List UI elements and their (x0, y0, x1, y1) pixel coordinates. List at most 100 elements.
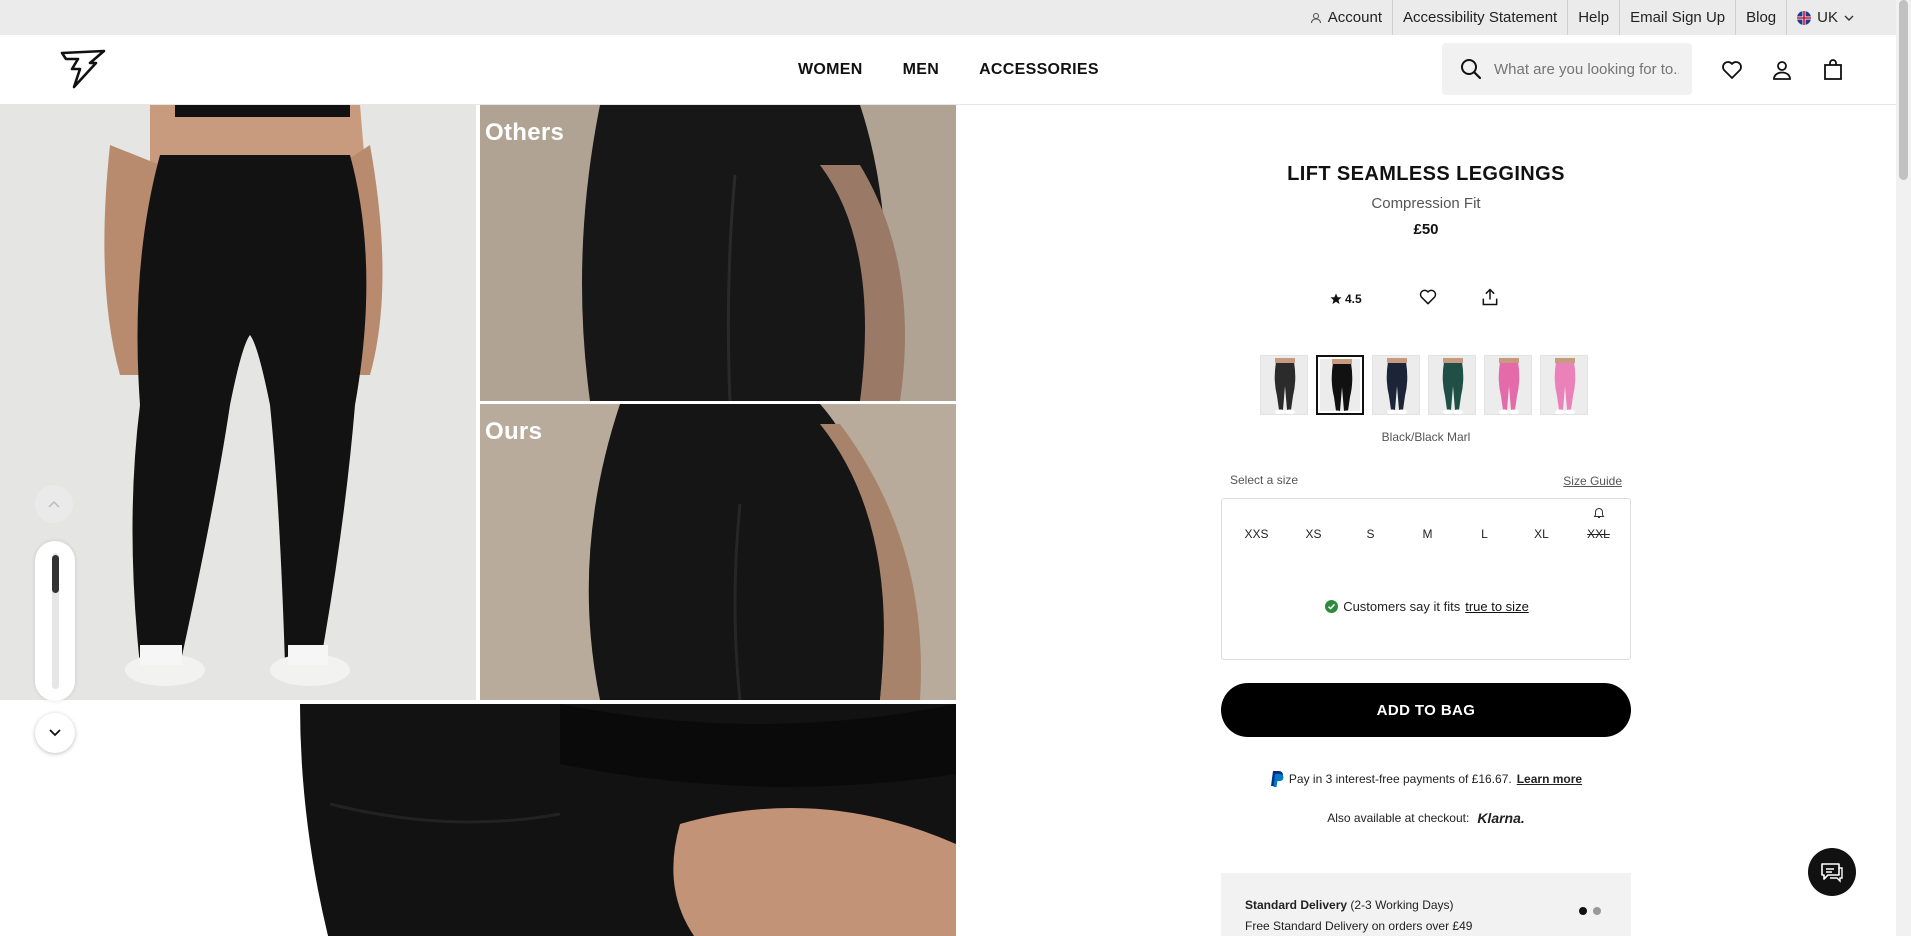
utility-links: Account Accessibility Statement Help Ema… (1300, 0, 1864, 35)
product-fit: Compression Fit (1371, 195, 1481, 212)
comparison-image-others[interactable]: Others (480, 105, 956, 401)
accessibility-label: Accessibility Statement (1402, 9, 1558, 26)
swatch-leggings-illustration (1274, 358, 1296, 414)
fit-note-prefix: Customers say it fits (1343, 599, 1461, 614)
wishlist-heart-icon[interactable] (1720, 58, 1744, 82)
paypal-icon (1270, 771, 1284, 787)
nav-accessories[interactable]: ACCESSORIES (979, 61, 1099, 79)
fit-note-link[interactable]: true to size (1465, 599, 1529, 614)
color-swatch[interactable] (1316, 355, 1364, 415)
main-nav: WOMEN MEN ACCESSORIES (798, 35, 1139, 105)
star-icon (1330, 293, 1342, 304)
paypal-learn-more-link[interactable]: Learn more (1517, 772, 1582, 786)
accessibility-link[interactable]: Accessibility Statement (1393, 0, 1569, 35)
delivery-info-card: Standard Delivery (2-3 Working Days) Fre… (1221, 873, 1631, 936)
rating-value: 4.5 (1345, 292, 1362, 306)
search-input[interactable] (1494, 60, 1679, 78)
delivery-carousel-dots (1579, 907, 1601, 915)
color-swatches (1260, 355, 1588, 415)
carousel-dot[interactable] (1593, 907, 1601, 915)
size-option-l[interactable]: L (1456, 527, 1513, 541)
select-size-label: Select a size (1230, 473, 1299, 487)
chat-support-button[interactable] (1808, 848, 1856, 896)
size-option-xxs[interactable]: XXS (1228, 527, 1285, 541)
size-guide-link[interactable]: Size Guide (1563, 474, 1622, 488)
klarna-text: Also available at checkout: (1327, 811, 1470, 825)
others-label: Others (485, 119, 565, 146)
color-swatch[interactable] (1372, 355, 1420, 415)
gallery-scroll-up-button[interactable] (35, 485, 73, 523)
check-circle-icon (1325, 600, 1339, 613)
gallery-scroller (35, 485, 75, 755)
region-selector[interactable]: UK (1787, 0, 1864, 35)
share-icon[interactable] (1480, 287, 1500, 307)
nav-women[interactable]: WOMEN (798, 61, 863, 79)
swatch-leggings-illustration (1442, 358, 1464, 414)
email-signup-label: Email Sign Up (1630, 9, 1726, 26)
gallery-scroll-track[interactable] (35, 541, 75, 701)
account-link[interactable]: Account (1300, 0, 1393, 35)
ours-label: Ours (485, 418, 543, 445)
nav-men[interactable]: MEN (903, 61, 939, 79)
klarna-logo: Klarna. (1477, 810, 1525, 826)
blog-link[interactable]: Blog (1736, 0, 1788, 35)
help-link[interactable]: Help (1568, 0, 1621, 35)
main-header: WOMEN MEN ACCESSORIES (0, 35, 1896, 105)
chevron-down-icon (49, 729, 61, 737)
product-image-closeup[interactable] (0, 704, 956, 936)
user-icon (1310, 12, 1321, 23)
color-swatch[interactable] (1260, 355, 1308, 415)
add-to-bag-button[interactable]: ADD TO BAG (1221, 683, 1631, 737)
gymshark-logo-icon[interactable] (60, 49, 106, 89)
size-option-xl[interactable]: XL (1513, 527, 1570, 541)
chat-icon (1821, 863, 1843, 883)
chevron-up-icon (48, 500, 60, 508)
size-selector: XXS XS S M L XL XXL Customers say it fit… (1221, 498, 1631, 660)
color-swatch[interactable] (1428, 355, 1476, 415)
size-option-m[interactable]: M (1399, 527, 1456, 541)
gallery-scroll-thumb[interactable] (52, 555, 59, 593)
paypal-text: Pay in 3 interest-free payments of £16.6… (1288, 772, 1512, 786)
product-price: £50 (1413, 221, 1439, 238)
comparison-image-ours[interactable]: Ours (480, 404, 956, 700)
wishlist-heart-icon[interactable] (1418, 287, 1438, 307)
blog-label: Blog (1746, 9, 1777, 26)
swatch-leggings-illustration (1331, 359, 1353, 413)
product-rating[interactable]: 4.5 (1330, 292, 1362, 306)
delivery-subtitle: Free Standard Delivery on orders over £4… (1245, 919, 1473, 933)
paypal-message: Pay in 3 interest-free payments of £16.6… (1220, 770, 1632, 788)
color-swatch[interactable] (1540, 355, 1588, 415)
bag-icon[interactable] (1821, 58, 1845, 82)
size-xxl-label: XXL (1587, 527, 1610, 541)
size-option-xs[interactable]: XS (1285, 527, 1342, 541)
color-swatch[interactable] (1484, 355, 1532, 415)
size-option-xxl[interactable]: XXL (1570, 508, 1627, 541)
klarna-message: Also available at checkout: Klarna. (1220, 810, 1632, 826)
size-options: XXS XS S M L XL XXL (1222, 508, 1632, 541)
region-label: UK (1817, 9, 1838, 26)
account-icon[interactable] (1770, 58, 1794, 82)
swatch-leggings-illustration (1554, 358, 1576, 414)
fit-feedback: Customers say it fits true to size (1222, 599, 1632, 614)
carousel-dot[interactable] (1579, 907, 1587, 915)
search-icon (1461, 59, 1482, 80)
utility-bar: Account Accessibility Statement Help Ema… (0, 0, 1896, 35)
chevron-down-icon (1844, 15, 1854, 21)
waistband-closeup-illustration (300, 704, 956, 936)
selected-color-name: Black/Black Marl (1381, 430, 1471, 444)
email-signup-link[interactable]: Email Sign Up (1620, 0, 1737, 35)
notify-bell-icon (1593, 508, 1604, 518)
delivery-title: Standard Delivery (2-3 Working Days) (1245, 898, 1454, 912)
page-scrollbar[interactable] (1896, 0, 1911, 936)
uk-flag-icon (1797, 10, 1812, 25)
product-actions: 4.5 (1330, 285, 1530, 315)
gallery-scroll-down-button[interactable] (35, 713, 75, 753)
product-gallery: Others Ours (0, 105, 956, 936)
size-option-s[interactable]: S (1342, 527, 1399, 541)
search-box[interactable] (1442, 43, 1692, 95)
delivery-title-strong: Standard Delivery (1245, 898, 1348, 912)
page-scrollbar-thumb[interactable] (1899, 0, 1908, 180)
delivery-days: (2-3 Working Days) (1350, 898, 1454, 912)
help-label: Help (1578, 9, 1610, 26)
swatch-leggings-illustration (1386, 358, 1408, 414)
